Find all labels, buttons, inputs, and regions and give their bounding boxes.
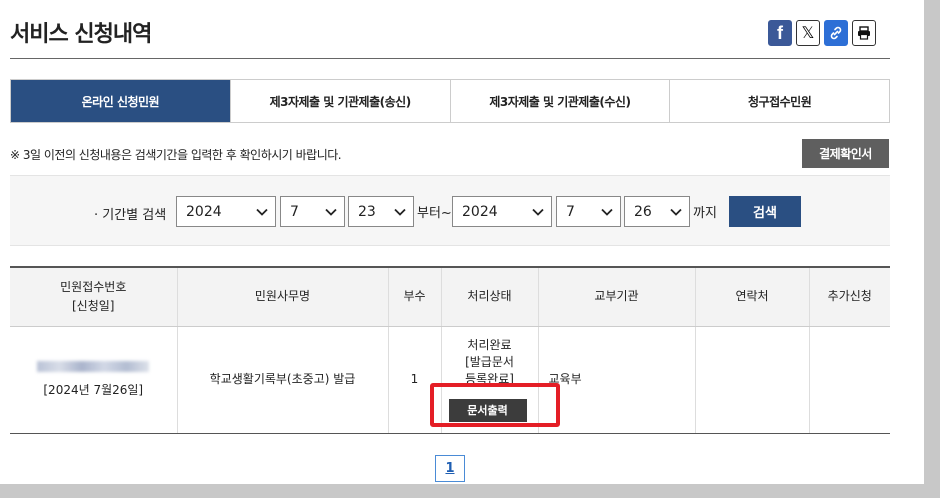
from-suffix-text: 부터~ <box>417 206 452 221</box>
printer-icon <box>858 26 870 40</box>
tab-bar: 온라인 신청민원 제3자제출 및 기관제출(송신) 제3자제출 및 기관제출(수… <box>10 79 890 123</box>
tab-claim-receipt[interactable]: 청구접수민원 <box>669 80 889 122</box>
from-month-select[interactable]: 7 <box>280 196 345 227</box>
receipt-cell: [2024년 7월26일] <box>10 326 177 434</box>
chevron-down-icon <box>601 208 613 216</box>
chevron-down-icon <box>325 208 337 216</box>
highlight-annotation-box <box>430 383 560 427</box>
column-header-status: 처리상태 <box>440 266 538 327</box>
chevron-down-icon <box>532 208 544 216</box>
tab-online-application[interactable]: 온라인 신청민원 <box>11 80 230 122</box>
to-month-select[interactable]: 7 <box>556 196 621 227</box>
column-header-copies: 부수 <box>387 266 441 327</box>
share-toolbar: f 𝕏 <box>768 20 876 46</box>
copy-link-button[interactable] <box>824 20 848 46</box>
pagination-page-1[interactable]: 1 <box>435 455 465 482</box>
page-title: 서비스 신청내역 <box>10 22 152 47</box>
issuing-org-cell: 교육부 <box>537 326 695 434</box>
column-header-receipt-no: 민원접수번호 [신청일] <box>10 266 177 327</box>
x-icon: 𝕏 <box>801 25 815 42</box>
to-day-value: 26 <box>634 203 652 220</box>
table-header-row: 민원접수번호 [신청일] 민원사무명 부수 처리상태 교부기관 연락처 추가신청 <box>10 266 890 327</box>
to-month-value: 7 <box>566 203 575 220</box>
redacted-receipt-number <box>37 360 150 372</box>
x-share-button[interactable]: 𝕏 <box>796 20 820 46</box>
service-name-cell: 학교생활기록부(초중고) 발급 <box>176 326 388 434</box>
facebook-icon: f <box>777 22 783 43</box>
page-container: 서비스 신청내역 f 𝕏 온라인 신청민원 제3자제출 및 기관제출(송신) 제… <box>0 0 924 484</box>
chevron-down-icon <box>670 208 682 216</box>
search-button[interactable]: 검색 <box>729 196 801 227</box>
from-year-select[interactable]: 2024 <box>176 196 276 227</box>
title-divider <box>10 58 890 59</box>
status-text: 처리완료 [발급문서 등록완료] <box>465 337 514 386</box>
from-day-select[interactable]: 23 <box>348 196 414 227</box>
notice-text: ※ 3일 이전의 신청내용은 검색기간을 입력한 후 확인하시기 바랍니다. <box>10 148 342 162</box>
column-header-contact: 연락처 <box>694 266 809 327</box>
to-day-select[interactable]: 26 <box>624 196 690 227</box>
contact-cell <box>694 326 809 434</box>
search-panel: · 기간별 검색 2024 7 23 부터~ 2024 7 26 까지 검색 <box>10 175 890 246</box>
payment-confirmation-button[interactable]: 결제확인서 <box>802 139 889 168</box>
chevron-down-icon <box>394 208 406 216</box>
column-header-issuing-org: 교부기관 <box>537 266 695 327</box>
facebook-share-button[interactable]: f <box>768 20 792 46</box>
to-year-select[interactable]: 2024 <box>452 196 552 227</box>
to-suffix-text: 까지 <box>693 206 717 221</box>
additional-cell <box>808 326 890 434</box>
receipt-date: [2024년 7월26일] <box>43 382 144 397</box>
from-day-value: 23 <box>358 203 376 220</box>
from-month-value: 7 <box>290 203 299 220</box>
chevron-down-icon <box>256 208 268 216</box>
link-icon <box>830 26 842 40</box>
print-page-button[interactable] <box>852 20 876 46</box>
tab-third-party-sent[interactable]: 제3자제출 및 기관제출(송신) <box>229 80 450 122</box>
tab-third-party-received[interactable]: 제3자제출 및 기관제출(수신) <box>449 80 670 122</box>
column-header-additional: 추가신청 <box>808 266 890 327</box>
to-year-value: 2024 <box>462 203 498 220</box>
column-header-service-name: 민원사무명 <box>176 266 388 327</box>
search-period-label: · 기간별 검색 <box>94 208 167 223</box>
from-year-value: 2024 <box>186 203 222 220</box>
